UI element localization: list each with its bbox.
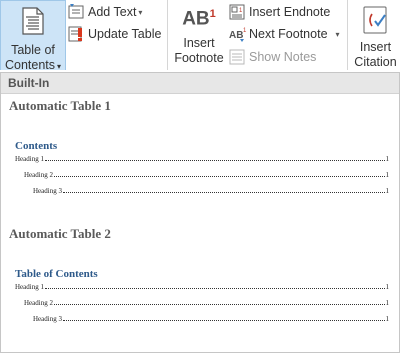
toc-preview-heading: Table of Contents bbox=[15, 268, 98, 280]
toc-option-title: Automatic Table 2 bbox=[9, 226, 111, 241]
citation-label-line1: Insert bbox=[359, 40, 392, 54]
citation-label-line2: Citation bbox=[354, 55, 397, 69]
toc-entry: Heading 3 1 bbox=[33, 313, 389, 323]
next-footnote-label: Next Footnote bbox=[249, 27, 328, 41]
section-header-built-in: Built-In bbox=[1, 73, 399, 94]
toc-entry: Heading 2 1 bbox=[24, 169, 389, 179]
toc-entry-page: 1 bbox=[385, 171, 390, 179]
footnote-superscript: 1 bbox=[209, 8, 216, 20]
chevron-down-icon: ▾ bbox=[57, 62, 62, 71]
next-footnote-button[interactable]: AB 1 Next Footnote ▾ bbox=[229, 24, 340, 44]
update-table-icon bbox=[68, 26, 84, 42]
group-separator bbox=[347, 0, 348, 70]
chevron-down-icon: ▾ bbox=[138, 7, 143, 17]
dot-leader bbox=[53, 176, 385, 177]
toc-entry-page: 1 bbox=[385, 283, 390, 291]
dot-leader bbox=[53, 304, 385, 305]
citation-icon bbox=[363, 6, 389, 39]
add-text-label: Add Text bbox=[88, 5, 137, 19]
toc-preview-heading: Contents bbox=[15, 140, 58, 152]
toc-entry: Heading 1 1 bbox=[15, 153, 389, 163]
toc-gallery: Built-In Automatic Table 1 Contents Head… bbox=[0, 72, 400, 353]
footnote-glyph: AB bbox=[182, 8, 210, 30]
next-footnote-icon: AB 1 bbox=[229, 26, 247, 42]
toc-entry-text: Heading 1 bbox=[15, 283, 44, 291]
toc-entry: Heading 3 1 bbox=[33, 185, 389, 195]
insert-footnote-button[interactable]: AB1 Insert Footnote bbox=[170, 0, 228, 70]
toc-entry-page: 1 bbox=[385, 187, 390, 195]
dot-leader bbox=[62, 192, 385, 193]
toc-label-text: Contents bbox=[4, 58, 55, 72]
add-text-icon bbox=[68, 4, 84, 20]
toc-entry-text: Heading 3 bbox=[33, 315, 62, 323]
dot-leader bbox=[44, 288, 385, 289]
svg-text:1: 1 bbox=[243, 28, 247, 34]
toc-entry-text: Heading 1 bbox=[15, 155, 44, 163]
toc-entry-text: Heading 2 bbox=[24, 299, 53, 307]
toc-option-title: Automatic Table 1 bbox=[9, 98, 111, 113]
toc-entry-text: Heading 3 bbox=[33, 187, 62, 195]
toc-option-automatic-table-2[interactable]: Automatic Table 2 Table of Contents Head… bbox=[1, 222, 399, 350]
add-text-button[interactable]: Add Text ▾ bbox=[68, 2, 142, 22]
ribbon: Table of Contents ▾ Add Text ▾ Update Ta… bbox=[0, 0, 401, 72]
insert-endnote-label: Insert Endnote bbox=[249, 5, 331, 19]
update-table-label: Update Table bbox=[88, 27, 162, 41]
insert-endnote-button[interactable]: 1 Insert Endnote bbox=[229, 2, 330, 22]
toc-entry-text: Heading 2 bbox=[24, 171, 53, 179]
toc-entry-page: 1 bbox=[385, 315, 390, 323]
toc-entry-page: 1 bbox=[385, 299, 390, 307]
insert-citation-button[interactable]: Insert Citation bbox=[350, 0, 401, 70]
toc-entry: Heading 1 1 bbox=[15, 281, 389, 291]
toc-label-line1: Table of bbox=[11, 43, 55, 57]
update-table-button[interactable]: Update Table bbox=[68, 24, 161, 44]
show-notes-label: Show Notes bbox=[249, 50, 317, 64]
chevron-down-icon: ▾ bbox=[335, 29, 340, 39]
toc-entry: Heading 2 1 bbox=[24, 297, 389, 307]
footnote-icon: AB1 bbox=[182, 8, 216, 34]
footnote-label-line2: Footnote bbox=[174, 51, 224, 65]
table-of-contents-button[interactable]: Table of Contents ▾ bbox=[0, 0, 66, 72]
toc-option-automatic-table-1[interactable]: Automatic Table 1 Contents Heading 1 1 He… bbox=[1, 94, 399, 218]
dot-leader bbox=[62, 320, 385, 321]
footnote-label-line1: Insert bbox=[183, 36, 215, 50]
document-lines-icon bbox=[22, 7, 44, 40]
show-notes-button[interactable]: Show Notes bbox=[229, 47, 316, 67]
endnote-icon: 1 bbox=[229, 4, 245, 20]
show-notes-icon bbox=[229, 49, 245, 65]
toc-entry-page: 1 bbox=[385, 155, 390, 163]
group-separator bbox=[167, 0, 168, 70]
dot-leader bbox=[44, 160, 385, 161]
